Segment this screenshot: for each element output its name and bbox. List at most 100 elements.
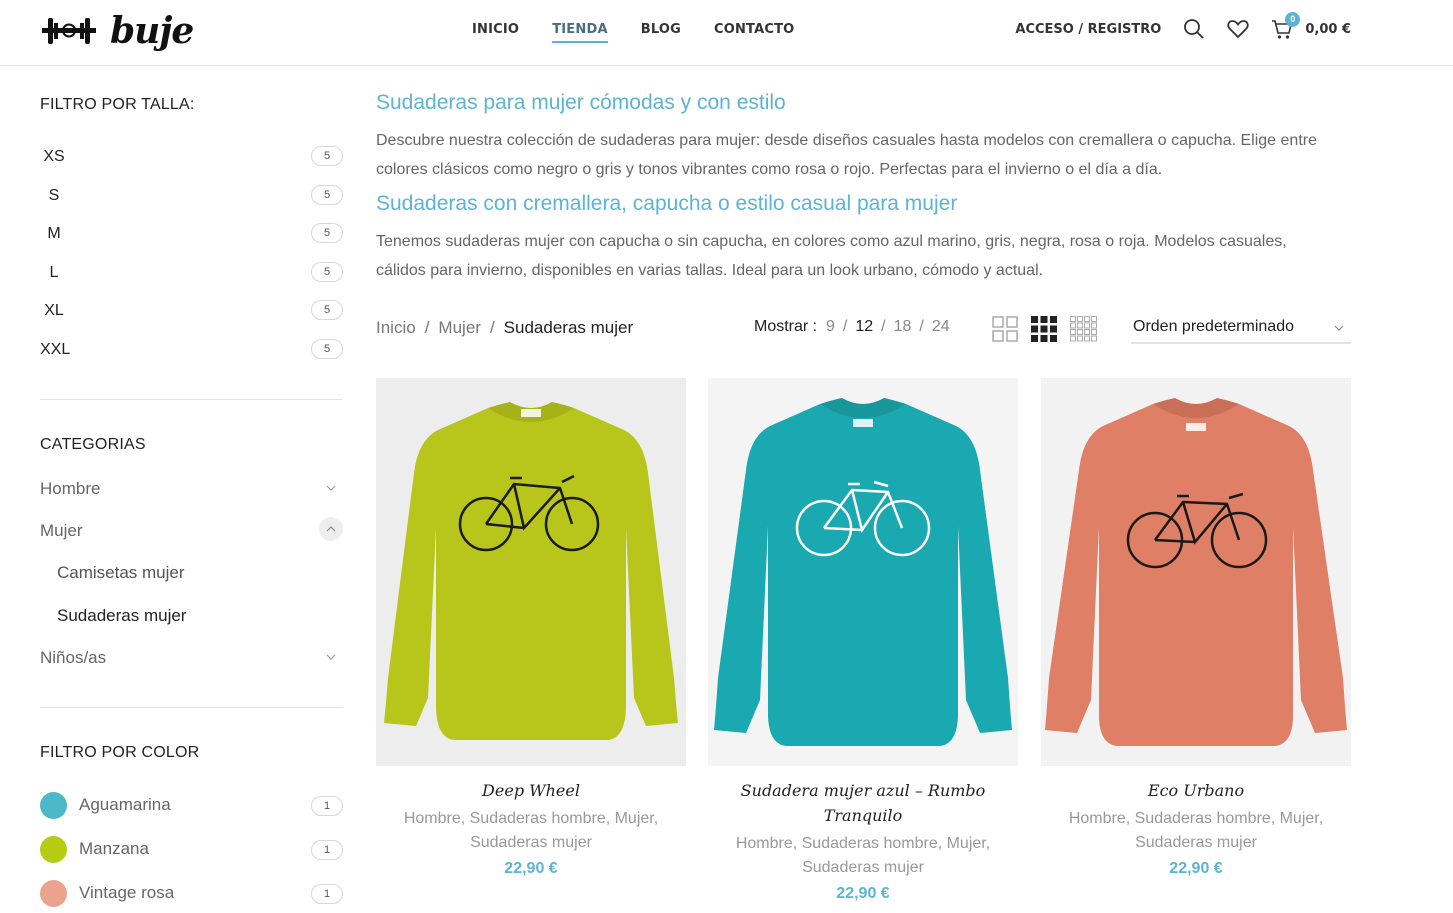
color-count-badge: 1 (311, 796, 343, 816)
product-card: Eco Urbano Hombre, Sudaderas hombre, Muj… (1041, 378, 1351, 878)
per-page-24[interactable]: 24 (932, 318, 950, 335)
per-page-18[interactable]: 18 (894, 318, 912, 335)
chevron-up-icon (326, 526, 336, 532)
product-image[interactable] (376, 378, 686, 766)
cart-icon[interactable]: 0 (1271, 12, 1301, 40)
grid-4-columns-icon[interactable] (1070, 316, 1098, 342)
sidebar-divider (40, 707, 343, 708)
breadcrumb: Inicio / Mujer / Sudaderas mujer (376, 318, 633, 338)
sweatshirt-image (1045, 398, 1347, 746)
size-label: XL (44, 302, 64, 319)
orderby-value: Orden predeterminado (1133, 318, 1294, 335)
sidebar-divider (40, 399, 343, 400)
color-label: Vintage rosa (79, 883, 175, 902)
size-filter-item[interactable]: XXL 5 (40, 338, 343, 378)
color-filter-item[interactable]: Manzana 1 (40, 836, 343, 864)
product-categories-line: Hombre, Sudaderas hombre, Mujer, (403, 810, 659, 827)
color-label: Manzana (79, 839, 149, 858)
product-categories-line: Hombre, Sudaderas hombre, Mujer, (1068, 810, 1324, 827)
page-heading: Sudaderas para mujer cómodas y con estil… (376, 91, 786, 114)
product-image[interactable] (1041, 378, 1351, 766)
chevron-down-icon[interactable] (325, 651, 337, 663)
logo-text: buje (110, 10, 194, 52)
chevron-down-icon (1334, 325, 1344, 331)
nav-tienda[interactable]: TIENDA (552, 22, 608, 43)
color-filter-item[interactable]: Vintage rosa 1 (40, 880, 343, 908)
grid-2-columns-icon[interactable] (992, 316, 1018, 342)
category-sudaderas-mujer[interactable]: Sudaderas mujer (57, 606, 360, 626)
breadcrumb-mujer[interactable]: Mujer (438, 318, 481, 337)
color-filter-item[interactable]: Aguamarina 1 (40, 792, 343, 820)
per-page-separator: / (919, 318, 924, 335)
sweatshirt-image (384, 402, 678, 740)
per-page-12[interactable]: 12 (855, 318, 873, 335)
size-label: S (48, 186, 60, 204)
per-page-9[interactable]: 9 (826, 318, 835, 335)
size-label: XS (43, 148, 65, 165)
grid-3-columns-icon[interactable] (1031, 316, 1057, 342)
per-page-separator: / (842, 318, 848, 335)
product-title[interactable]: Sudadera mujer azul – Rumbo Tranquilo (708, 778, 1018, 828)
color-swatch (40, 836, 67, 863)
category-hombre[interactable]: Hombre (40, 479, 343, 499)
search-icon[interactable] (1183, 18, 1205, 40)
size-filter-title: FILTRO POR TALLA: (40, 96, 195, 113)
wishlist-heart-icon[interactable] (1227, 18, 1249, 40)
category-label: Sudaderas mujer (57, 606, 187, 625)
breadcrumb-separator: / (489, 318, 495, 337)
size-filter-list: XS 5 S 5 M 5 L 5 XL 5 XXL 5 (40, 146, 343, 377)
size-filter-item[interactable]: M 5 (40, 223, 343, 262)
size-filter-item[interactable]: XL 5 (40, 300, 343, 339)
category-mujer[interactable]: Mujer (40, 517, 343, 541)
shop-toolbar: Inicio / Mujer / Sudaderas mujer Mostrar : 9… (376, 316, 1351, 346)
intro-paragraph: Descubre nuestra colección de sudaderas … (376, 126, 1351, 184)
size-count-badge: 5 (311, 338, 343, 359)
breadcrumb-inicio[interactable]: Inicio (376, 318, 416, 337)
site-header: buje INICIO TIENDA BLOG CONTACTO ACCESO … (0, 0, 1453, 66)
size-count-badge: 5 (311, 146, 343, 166)
product-price: 22,90 € (1169, 860, 1223, 877)
category-label: Mujer (40, 521, 83, 540)
nav-contacto[interactable]: CONTACTO (714, 22, 794, 43)
chevron-down-icon[interactable] (325, 482, 337, 494)
product-categories-line: Hombre, Sudaderas hombre, Mujer, (735, 835, 991, 852)
product-price: 22,90 € (504, 860, 558, 877)
intro-line: Descubre nuestra colección de sudaderas … (376, 132, 1317, 149)
size-filter-item[interactable]: S 5 (40, 184, 343, 224)
color-count-badge: 1 (311, 840, 343, 860)
category-camisetas-mujer[interactable]: Camisetas mujer (57, 563, 360, 583)
product-image[interactable] (708, 378, 1018, 766)
size-label: XXL (40, 340, 71, 358)
product-title-line: Sudadera mujer azul – Rumbo (740, 781, 986, 800)
breadcrumb-separator: / (424, 318, 430, 337)
size-count-badge: 5 (311, 184, 343, 205)
color-filter-title: FILTRO POR COLOR (40, 744, 200, 761)
cart-total[interactable]: 0,00 € (1305, 22, 1351, 37)
category-label: Camisetas mujer (57, 563, 185, 582)
size-filter-item[interactable]: XS 5 (40, 146, 343, 185)
site-logo[interactable]: buje (40, 8, 194, 54)
product-card: Sudadera mujer azul – Rumbo Tranquilo Ho… (708, 378, 1018, 903)
color-count-badge: 1 (311, 884, 343, 904)
nav-blog[interactable]: BLOG (641, 22, 681, 43)
product-categories-line: Sudaderas mujer (1135, 834, 1257, 851)
per-page-selector: Mostrar : 9 / 12 / 18 / 24 (754, 318, 950, 336)
size-count-badge: 5 (311, 261, 343, 282)
product-title[interactable]: Eco Urbano (1041, 778, 1351, 803)
product-categories: Hombre, Sudaderas hombre, Mujer, Sudader… (376, 807, 686, 855)
product-title[interactable]: Deep Wheel (376, 778, 686, 803)
collapse-button[interactable] (319, 517, 343, 541)
product-card: Deep Wheel Hombre, Sudaderas hombre, Muj… (376, 378, 686, 878)
color-swatch (40, 792, 67, 819)
orderby-select[interactable]: Orden predeterminado (1131, 316, 1351, 344)
main-nav: INICIO TIENDA BLOG CONTACTO (472, 22, 794, 43)
size-filter-item[interactable]: L 5 (40, 261, 343, 301)
product-title-line: Tranquilo (823, 806, 903, 825)
category-label: Hombre (40, 479, 101, 498)
nav-inicio[interactable]: INICIO (472, 22, 519, 43)
grid-view-switcher (992, 316, 1098, 342)
product-categories: Hombre, Sudaderas hombre, Mujer, Sudader… (1041, 807, 1351, 855)
cart-count-badge: 0 (1285, 12, 1301, 27)
login-register-link[interactable]: ACCESO / REGISTRO (1015, 22, 1161, 37)
category-ninos[interactable]: Niños/as (40, 648, 343, 668)
